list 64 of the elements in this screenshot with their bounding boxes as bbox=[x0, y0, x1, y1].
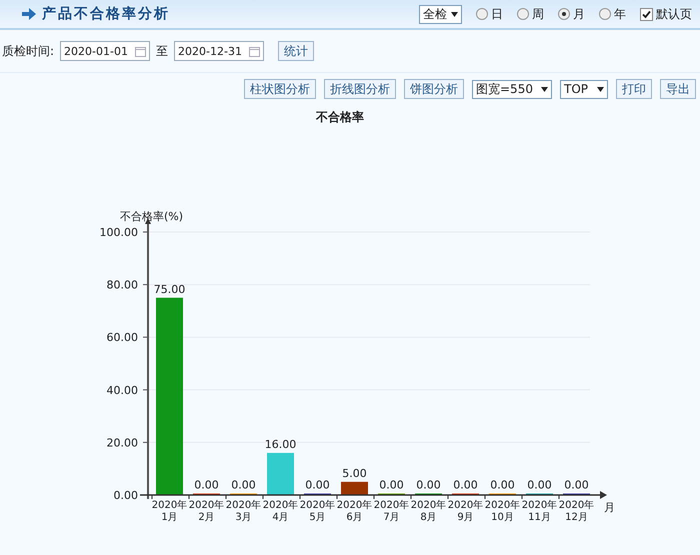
separator-text: 至 bbox=[156, 42, 168, 60]
category-label: 2020年 2月 bbox=[188, 500, 224, 523]
date-label: 质检时间: bbox=[2, 42, 54, 60]
chart-title: 不合格率 bbox=[314, 109, 365, 126]
caret-icon bbox=[597, 86, 604, 92]
action-button[interactable]: 导出 bbox=[660, 79, 696, 99]
axis-tick-label: 20.00 bbox=[106, 436, 138, 450]
category-label: 2020年 3月 bbox=[226, 500, 262, 523]
chart-type-button[interactable]: 柱状图分析 bbox=[244, 79, 316, 99]
period-radio[interactable]: 日 bbox=[476, 6, 503, 22]
data-label: 0.00 bbox=[527, 478, 552, 492]
start-date-field[interactable]: 2020-01-01 bbox=[60, 41, 150, 61]
width-select[interactable]: 图宽=550 bbox=[472, 80, 552, 98]
axis-tick-label: 60.00 bbox=[106, 331, 138, 344]
axis-tick-label: 0.00 bbox=[114, 489, 138, 502]
category-label: 2020年 12月 bbox=[558, 500, 594, 523]
radio-icon[interactable] bbox=[476, 8, 488, 20]
data-label: 0.00 bbox=[564, 478, 589, 492]
data-label: 0.00 bbox=[416, 478, 441, 492]
data-label: 75.00 bbox=[154, 282, 186, 296]
axis-tick-label: 80.00 bbox=[106, 278, 138, 292]
category-label: 2020年 6月 bbox=[336, 500, 372, 523]
category-label: 2020年 8月 bbox=[410, 500, 446, 523]
action-button[interactable]: 打印 bbox=[616, 79, 652, 99]
data-label: 0.00 bbox=[453, 478, 478, 492]
data-label: 5.00 bbox=[342, 466, 367, 480]
chart-type-button[interactable]: 饼图分析 bbox=[404, 79, 464, 99]
calendar-icon[interactable] bbox=[249, 46, 260, 56]
period-radio[interactable]: 周 bbox=[517, 6, 544, 22]
radio-icon[interactable] bbox=[558, 8, 570, 20]
data-label: 16.00 bbox=[264, 438, 296, 451]
category-label: 2020年 4月 bbox=[262, 500, 298, 523]
default-page-checkbox[interactable]: 默认页 bbox=[640, 6, 692, 22]
data-label: 0.00 bbox=[231, 478, 256, 492]
axis-tick-label: 100.00 bbox=[100, 226, 138, 239]
radio-icon[interactable] bbox=[517, 8, 529, 20]
radio-icon[interactable] bbox=[599, 8, 611, 20]
end-date-field[interactable]: 2020-12-31 bbox=[174, 41, 264, 61]
bar bbox=[341, 482, 368, 495]
data-label: 0.00 bbox=[305, 478, 330, 492]
category-label: 2020年 5月 bbox=[300, 500, 336, 523]
checkbox-icon[interactable] bbox=[640, 8, 653, 20]
category-label: 2020年 10月 bbox=[484, 500, 520, 523]
category-label: 2020年 11月 bbox=[522, 500, 558, 523]
chart-type-button[interactable]: 折线图分析 bbox=[324, 79, 396, 99]
period-radio[interactable]: 月 bbox=[558, 6, 585, 22]
calendar-icon[interactable] bbox=[135, 46, 146, 56]
statistics-button[interactable]: 统计 bbox=[278, 41, 314, 61]
category-label: 2020年 9月 bbox=[448, 500, 484, 523]
category-label: 2020年 1月 bbox=[152, 500, 188, 523]
bar bbox=[267, 452, 294, 495]
data-label: 0.00 bbox=[490, 478, 515, 492]
caret-icon bbox=[541, 86, 548, 92]
x-axis-label: 月 bbox=[604, 501, 615, 514]
inspection-select[interactable]: 全检 bbox=[419, 4, 462, 24]
category-label: 2020年 7月 bbox=[374, 500, 410, 523]
period-radio[interactable]: 年 bbox=[599, 6, 626, 22]
axis-tick-label: 40.00 bbox=[106, 384, 138, 397]
caret-icon bbox=[451, 12, 458, 16]
data-label: 0.00 bbox=[194, 478, 219, 492]
top-select[interactable]: TOP bbox=[560, 80, 608, 98]
arrow-icon bbox=[22, 8, 36, 20]
page-title: 产品不合格率分析 bbox=[42, 5, 170, 23]
data-label: 0.00 bbox=[379, 478, 404, 492]
